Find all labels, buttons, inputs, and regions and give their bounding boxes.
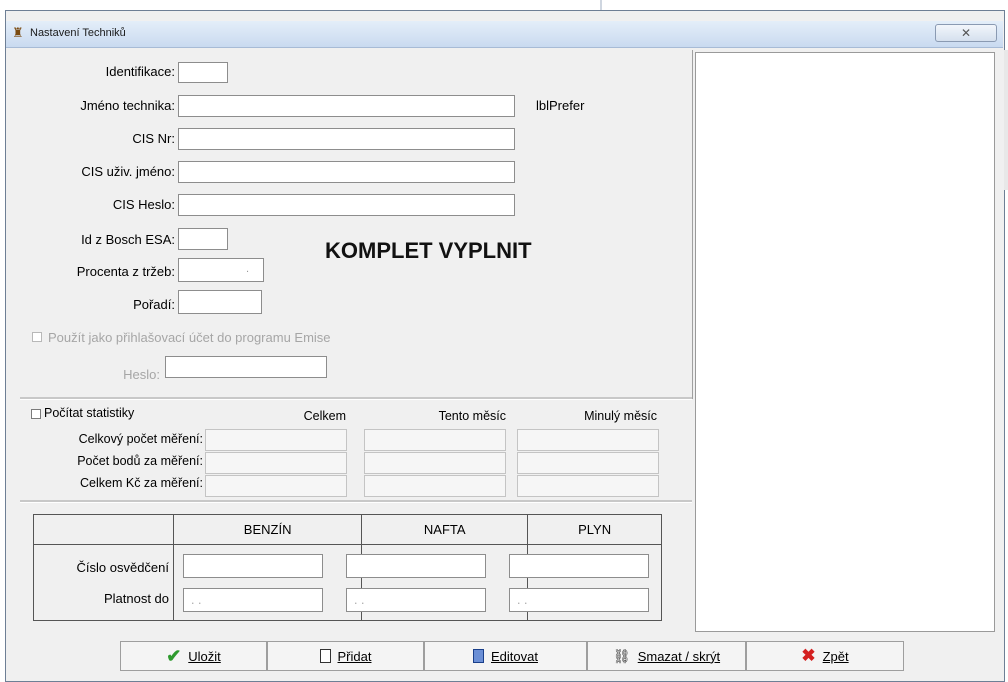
login-account-label: Použít jako přihlašovací účet do program…: [48, 330, 331, 345]
bosch-esa-input[interactable]: [178, 228, 228, 250]
stats-field: [364, 429, 506, 451]
bosch-esa-label: Id z Bosch ESA:: [81, 232, 175, 247]
grid-col-benzin: BENZÍN: [172, 514, 363, 545]
jmeno-technika-input[interactable]: [178, 95, 515, 117]
cis-password-input[interactable]: [178, 194, 515, 216]
valid-until-nafta-input[interactable]: . .: [346, 588, 486, 612]
cis-nr-input[interactable]: [178, 128, 515, 150]
cis-nr-label: CIS Nr:: [132, 131, 175, 146]
edit-button[interactable]: Editovat: [424, 641, 587, 671]
back-button-label: Zpět: [822, 648, 849, 664]
stats-col-total: Celkem: [303, 409, 346, 423]
grid-col-plyn: PLYN: [527, 514, 662, 545]
valid-until-label: Platnost do: [103, 591, 169, 606]
cert-number-plyn-input[interactable]: [509, 554, 649, 578]
stats-field: [205, 429, 347, 451]
valid-until-benzin-input[interactable]: . .: [183, 588, 323, 612]
password-label: Heslo:: [123, 367, 160, 382]
cert-number-label: Číslo osvědčení: [76, 560, 170, 575]
stats-field: [205, 452, 347, 474]
technicians-list[interactable]: [695, 52, 995, 632]
edit-document-icon: [473, 649, 484, 663]
identifikace-input[interactable]: [178, 62, 228, 83]
delete-button[interactable]: ⛓ Smazat / skrýt: [587, 641, 746, 671]
back-button[interactable]: ✖ Zpět: [746, 641, 904, 671]
jmeno-technika-label: Jméno technika:: [80, 98, 175, 113]
stats-row-points: Počet bodů za měření:: [77, 454, 203, 468]
cert-number-nafta-input[interactable]: [346, 554, 486, 578]
stats-field: [517, 475, 659, 497]
stats-col-this-month: Tento měsíc: [438, 409, 506, 423]
add-button-label: Přidat: [337, 648, 372, 664]
login-account-checkbox[interactable]: [32, 332, 42, 342]
save-button[interactable]: ✔ Uložit: [120, 641, 267, 671]
grid-corner: [33, 514, 174, 545]
lbl-prefer-label: lblPrefer: [536, 98, 585, 113]
window-title: Nastavení Techniků: [30, 27, 126, 39]
title-bar: [6, 21, 1003, 48]
cis-user-input[interactable]: [178, 161, 515, 183]
stats-field: [364, 475, 506, 497]
section-separator: [20, 500, 692, 503]
stats-field: [205, 475, 347, 497]
valid-until-plyn-input[interactable]: . .: [509, 588, 649, 612]
new-document-icon: [319, 649, 331, 663]
cert-number-benzin-input[interactable]: [183, 554, 323, 578]
revenue-percent-input[interactable]: .: [178, 258, 264, 282]
identifikace-label: Identifikace:: [105, 64, 175, 79]
grid-col-nafta: NAFTA: [361, 514, 529, 545]
cis-password-label: CIS Heslo:: [112, 197, 175, 212]
password-input[interactable]: [165, 356, 327, 378]
revenue-percent-label: Procenta z tržeb:: [76, 264, 175, 279]
stats-field: [517, 452, 659, 474]
check-icon: ✔: [166, 645, 182, 666]
fill-all-banner: KOMPLET VYPLNIT: [325, 238, 532, 263]
stats-row-measurements: Celkový počet měření:: [78, 432, 203, 446]
count-stats-label: Počítat statistiky: [44, 406, 135, 420]
red-x-icon: ✖: [801, 646, 816, 665]
edit-button-label: Editovat: [491, 648, 538, 664]
delete-button-label: Smazat / skrýt: [637, 648, 721, 664]
order-label: Pořadí:: [133, 297, 175, 312]
close-button[interactable]: ✕: [935, 24, 997, 42]
technician-icon: ♜: [12, 25, 24, 40]
section-separator: [20, 397, 692, 400]
add-button[interactable]: Přidat: [267, 641, 424, 671]
save-button-label: Uložit: [188, 648, 221, 664]
stats-field: [364, 452, 506, 474]
cis-user-label: CIS uživ. jméno:: [81, 164, 175, 179]
stats-row-amount: Celkem Kč za měření:: [80, 476, 203, 490]
stats-col-last-month: Minulý měsíc: [584, 409, 657, 423]
window-edge: [1004, 50, 1008, 190]
count-stats-checkbox[interactable]: [31, 409, 41, 419]
trash-icon: ⛓: [612, 647, 631, 664]
order-input[interactable]: [178, 290, 262, 314]
stats-field: [517, 429, 659, 451]
